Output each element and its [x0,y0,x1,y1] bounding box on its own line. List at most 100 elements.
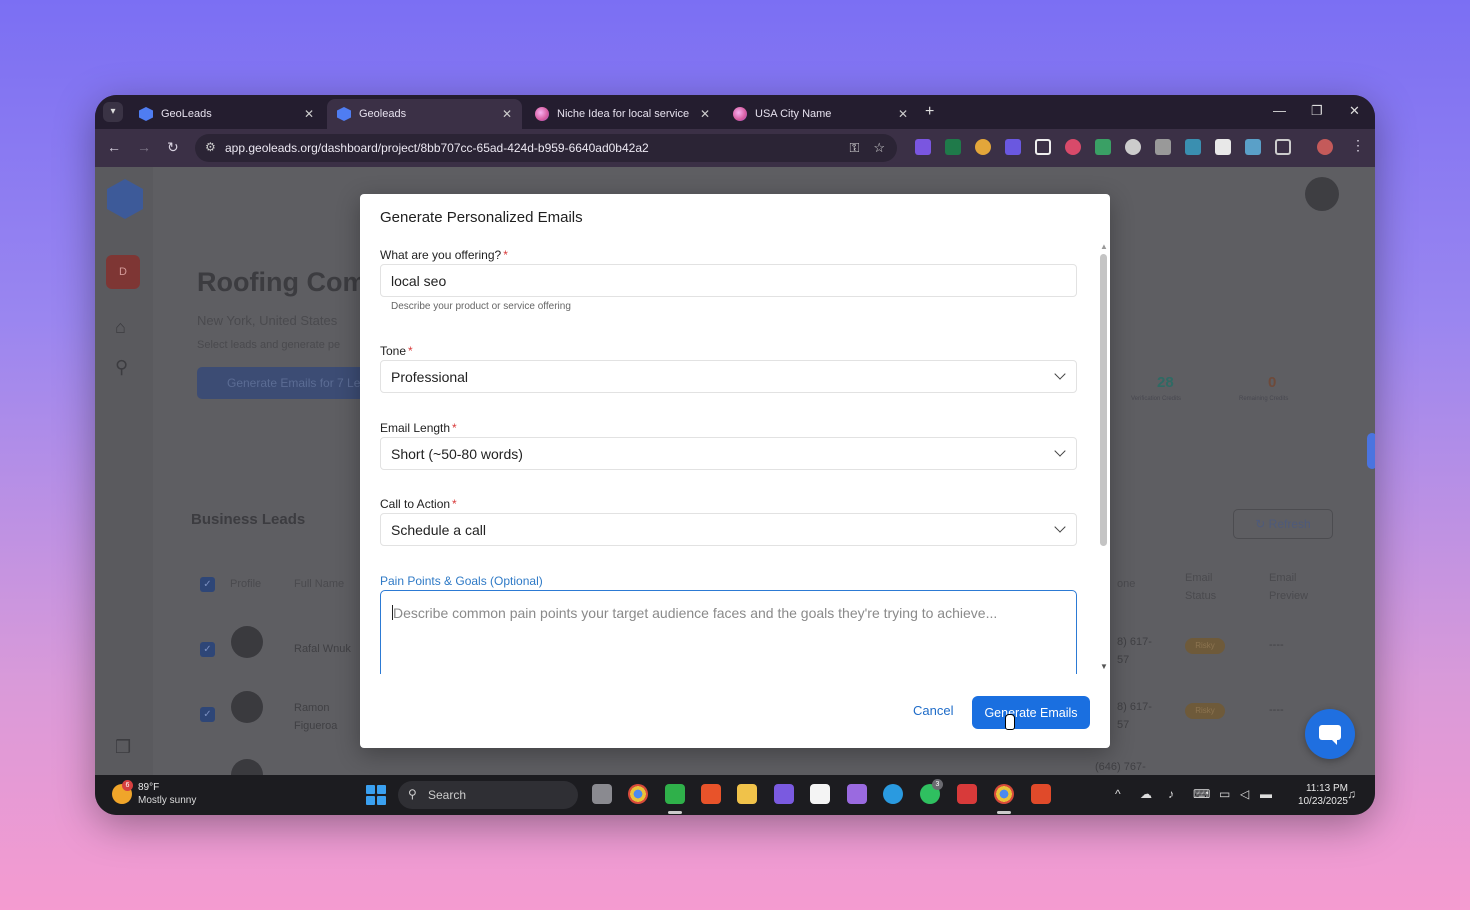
telegram-icon[interactable] [883,784,903,804]
user-avatar[interactable] [1305,177,1339,211]
address-bar[interactable]: ⚙ app.geoleads.org/dashboard/project/8bb… [195,134,897,162]
site-info-icon[interactable]: ⚙ [205,140,216,154]
forward-arrow-icon[interactable]: → [137,139,151,155]
minimize-icon[interactable]: — [1273,103,1286,118]
extension-icon[interactable] [1245,139,1261,155]
onedrive-icon[interactable]: ☁ [1140,787,1152,801]
extension-icon[interactable] [1035,139,1051,155]
extension-icon[interactable] [1095,139,1111,155]
microphone-icon[interactable]: ♪ [1168,787,1174,801]
close-icon[interactable]: ✕ [502,107,512,121]
pain-points-textarea[interactable]: Describe common pain points your target … [380,590,1077,674]
extension-icon[interactable] [1185,139,1201,155]
scroll-up-arrow-icon[interactable]: ▲ [1100,242,1108,251]
scroll-thumb[interactable] [1100,254,1107,546]
tab-niche-idea[interactable]: Niche Idea for local service ✕ [525,99,720,129]
cancel-button[interactable]: Cancel [913,703,953,718]
app-icon[interactable] [774,784,794,804]
row-checkbox[interactable]: ✓ [200,642,215,657]
extension-icon[interactable] [975,139,991,155]
active-app-indicator [668,811,682,814]
browser-window: ▾ GeoLeads ✕ Geoleads ✕ Niche Idea for l… [95,95,1375,815]
tab-geoleads-1[interactable]: GeoLeads ✕ [129,99,324,129]
app-icon[interactable] [957,784,977,804]
home-icon[interactable]: ⌂ [115,317,126,338]
brave-icon[interactable] [701,784,721,804]
extension-icon[interactable] [1215,139,1231,155]
offering-input[interactable]: local seo [380,264,1077,297]
tone-select[interactable]: Professional [380,360,1077,393]
tab-search-button[interactable]: ▾ [103,102,123,122]
chevron-up-icon[interactable]: ^ [1115,787,1121,801]
task-view-icon[interactable] [592,784,612,804]
generate-emails-button[interactable]: Generate Emails [972,696,1090,729]
scroll-down-arrow-icon[interactable]: ▼ [1100,662,1108,671]
chrome-profile-icon[interactable] [994,784,1014,804]
column-header: Full Name [294,578,345,590]
new-tab-plus-icon[interactable]: + [925,103,934,121]
email-preview: ---- [1269,704,1284,716]
chat-button[interactable] [1305,709,1355,759]
app-icon[interactable] [1031,784,1051,804]
clock-time: 11:13 PM [1305,783,1348,794]
tab-usa-city[interactable]: USA City Name ✕ [723,99,918,129]
generate-emails-bg-button[interactable]: Generate Emails for 7 Le [197,367,367,399]
side-feedback-tab[interactable] [1367,433,1375,469]
battery-icon[interactable]: ▬ [1260,787,1272,801]
extensions-puzzle-icon[interactable] [1275,139,1291,155]
back-arrow-icon[interactable]: ← [107,139,121,155]
section-title: Business Leads [191,511,306,528]
weather-description[interactable]: Mostly sunny [138,795,196,806]
app-icon[interactable] [847,784,867,804]
app-sidebar: D ⌂ ⚲ ❒ [95,167,153,775]
row-checkbox[interactable]: ✓ [200,707,215,722]
windows-start-icon[interactable] [366,785,386,805]
volume-icon[interactable]: ◁ [1240,787,1249,801]
network-icon[interactable]: ▭ [1219,787,1230,801]
extension-icon[interactable] [1005,139,1021,155]
notification-bell-icon[interactable]: ♫ [1347,787,1356,801]
close-icon[interactable]: ✕ [700,107,710,121]
taskbar-search[interactable]: ⚲ Search [398,781,578,809]
book-icon[interactable]: ❒ [115,737,131,758]
profile-avatar[interactable] [1317,139,1333,155]
menu-dots-icon[interactable]: ⋮ [1351,137,1365,154]
avatar [231,759,263,775]
extension-icon[interactable] [1125,139,1141,155]
extension-icon[interactable] [1155,139,1171,155]
reload-icon[interactable]: ↻ [167,139,179,156]
chrome-icon[interactable] [628,784,648,804]
app-icon[interactable] [810,784,830,804]
search-icon[interactable]: ⚲ [115,357,128,378]
extension-icon[interactable] [915,139,931,155]
stat-value: 0 [1268,374,1277,391]
bookmark-star-icon[interactable]: ☆ [873,140,885,156]
required-mark: * [452,497,457,511]
weather-temperature[interactable]: 89°F [138,782,159,793]
geoleads-favicon-icon [337,107,351,121]
stat-label: Verification Credits [1131,396,1182,402]
email-length-select[interactable]: Short (~50-80 words) [380,437,1077,470]
restore-icon[interactable]: ❐ [1311,103,1323,119]
offering-label: What are you offering? * [380,248,508,262]
password-key-icon[interactable]: ⚿ [849,140,859,156]
modal-scrollbar[interactable]: ▲ ▼ [1097,242,1109,674]
geoleads-logo[interactable] [107,179,143,219]
system-clock[interactable]: 11:13 PM 10/23/2025 [1290,782,1348,808]
cta-select[interactable]: Schedule a call [380,513,1077,546]
close-icon[interactable]: ✕ [304,107,314,121]
extension-icon[interactable] [1065,139,1081,155]
close-icon[interactable]: ✕ [898,107,908,121]
select-all-checkbox[interactable]: ✓ [200,577,215,592]
file-explorer-icon[interactable] [737,784,757,804]
window-close-icon[interactable]: ✕ [1349,103,1360,119]
extension-icon[interactable] [945,139,961,155]
keyboard-icon[interactable]: ⌨ [1193,787,1210,801]
tab-title: Geoleads [359,108,407,120]
workspace-avatar[interactable]: D [106,255,140,289]
modal-body: What are you offering? * local seo Descri… [360,242,1098,674]
refresh-button[interactable]: ↻ Refresh [1233,509,1333,539]
tab-geoleads-active[interactable]: Geoleads ✕ [327,99,522,129]
camtasia-icon[interactable] [665,784,685,804]
tab-title: GeoLeads [161,108,212,120]
